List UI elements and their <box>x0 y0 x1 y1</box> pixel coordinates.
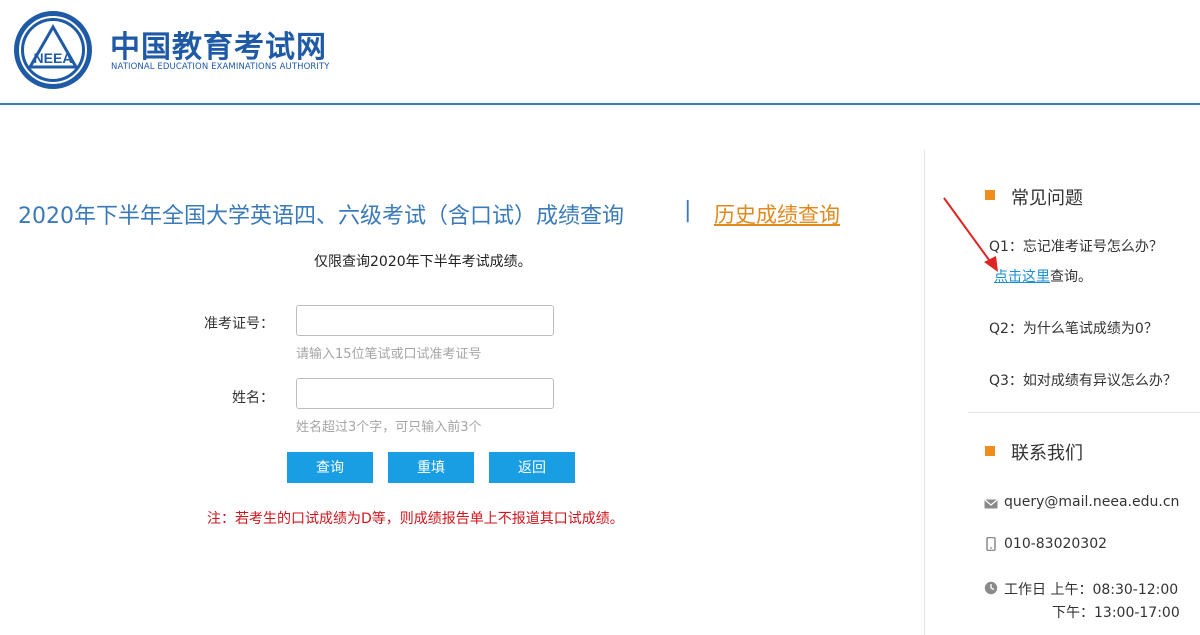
faq-q1-answer: 点击这里查询。 <box>994 266 1092 286</box>
sidebar-divider <box>924 150 925 635</box>
faq-q1[interactable]: Q1：忘记准考证号怎么办？ <box>989 236 1163 256</box>
faq-q3[interactable]: Q3：如对成绩有异议怎么办？ <box>989 370 1177 390</box>
site-logo-title[interactable]: 中国教育考试网 <box>110 22 327 66</box>
sidebar-section-divider <box>968 412 1200 413</box>
click-here-link[interactable]: 点击这里 <box>994 269 1050 285</box>
annotation-arrow-icon <box>943 197 998 272</box>
name-input[interactable] <box>296 378 554 409</box>
title-separator: | <box>684 198 692 223</box>
reset-button[interactable]: 重填 <box>388 452 474 483</box>
svg-text:NEEA: NEEA <box>34 50 73 66</box>
contact-bullet-icon <box>985 446 995 456</box>
faq-q2[interactable]: Q2：为什么笔试成绩为0？ <box>989 318 1158 338</box>
query-button[interactable]: 查询 <box>287 452 373 483</box>
email-icon <box>984 499 998 509</box>
site-logo-subtitle: NATIONAL EDUCATION EXAMINATIONS AUTHORIT… <box>111 62 330 72</box>
back-button[interactable]: 返回 <box>489 452 575 483</box>
contact-heading: 联系我们 <box>1011 443 1083 464</box>
oral-exam-note: 注：若考生的口试成绩为D等，则成绩报告单上不报道其口试成绩。 <box>207 511 624 527</box>
ticket-number-hint: 请输入15位笔试或口试准考证号 <box>296 347 482 362</box>
contact-hours-pm: 下午：13:00-17:00 <box>1052 605 1180 621</box>
clock-icon <box>984 581 998 595</box>
faq-heading: 常见问题 <box>1011 188 1083 209</box>
site-header: NEEA 中国教育考试网 NATIONAL EDUCATION EXAMINAT… <box>0 0 1200 105</box>
phone-icon <box>986 537 996 551</box>
page-title: 2020年下半年全国大学英语四、六级考试（含口试）成绩查询 <box>18 204 624 229</box>
name-hint: 姓名超过3个字，可只输入前3个 <box>296 420 482 435</box>
ticket-number-input[interactable] <box>296 305 554 336</box>
faq-q1-answer-suffix: 查询。 <box>1050 269 1092 285</box>
history-scores-link[interactable]: 历史成绩查询 <box>714 199 840 229</box>
contact-phone: 010-83020302 <box>1004 536 1108 552</box>
query-scope-note: 仅限查询2020年下半年考试成绩。 <box>314 254 532 270</box>
contact-hours-am: 工作日 上午：08:30-12:00 <box>1004 582 1179 598</box>
name-label: 姓名： <box>232 390 274 406</box>
neea-logo-icon[interactable]: NEEA <box>12 9 94 91</box>
faq-bullet-icon <box>985 190 995 200</box>
contact-email[interactable]: query@mail.neea.edu.cn <box>1004 494 1179 510</box>
ticket-number-label: 准考证号： <box>204 316 274 332</box>
